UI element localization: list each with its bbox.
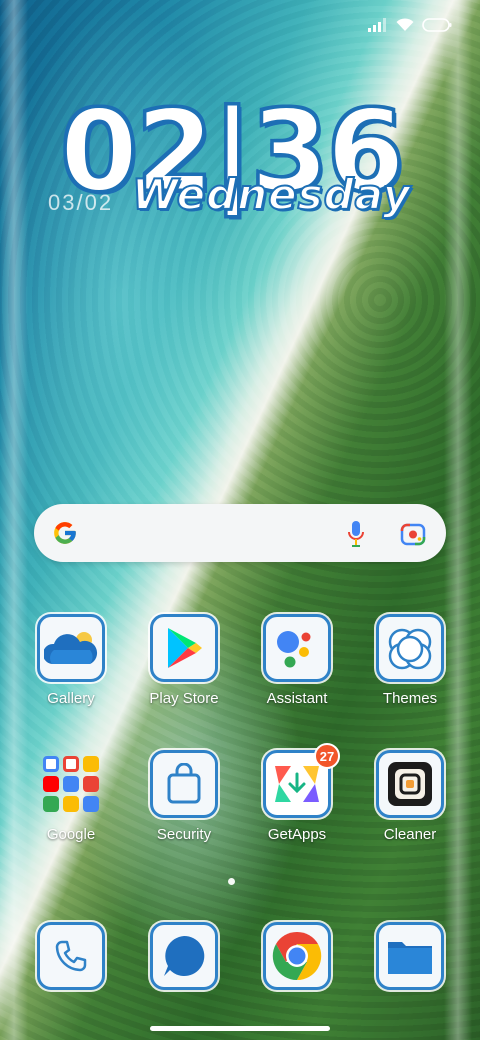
dock-phone[interactable]	[16, 922, 126, 1002]
app-label: Security	[156, 826, 212, 843]
cleaner-icon	[376, 750, 444, 818]
page-indicator-dot[interactable]	[228, 878, 235, 885]
dock-chrome[interactable]	[242, 922, 352, 1002]
shopping-bag-icon	[150, 750, 218, 818]
messages-icon	[150, 922, 218, 990]
app-label: Themes	[382, 690, 438, 707]
app-folder-google[interactable]: Google	[16, 750, 126, 880]
clock-date: 03/02	[48, 190, 114, 215]
phone-icon	[37, 922, 105, 990]
chrome-icon	[263, 922, 331, 990]
google-g-icon	[54, 522, 76, 544]
app-label: Assistant	[266, 690, 328, 707]
dock-files[interactable]	[355, 922, 465, 1002]
edge-glow-left	[0, 0, 28, 1040]
edge-glow-right	[444, 0, 472, 1040]
wifi-icon	[396, 18, 414, 31]
app-label: Google	[46, 826, 96, 843]
circles-icon	[376, 614, 444, 682]
app-label: Gallery	[47, 690, 95, 707]
app-label: Cleaner	[383, 826, 437, 843]
clock-day: Wednesday	[131, 169, 412, 220]
home-indicator[interactable]	[150, 1026, 330, 1031]
folder-icon	[37, 750, 105, 818]
status-bar	[368, 14, 452, 36]
app-gallery[interactable]: Gallery	[16, 614, 126, 744]
battery-icon	[422, 18, 452, 32]
microphone-icon[interactable]	[346, 520, 366, 548]
app-label: GetApps	[267, 826, 327, 843]
app-cleaner[interactable]: Cleaner	[355, 750, 465, 880]
app-security[interactable]: Security	[129, 750, 239, 880]
download-arrow-icon: 27	[263, 743, 340, 818]
cloud-sun-icon	[37, 614, 105, 682]
lens-icon[interactable]	[400, 521, 426, 547]
play-triangle-icon	[150, 614, 218, 682]
assistant-dots-icon	[263, 614, 331, 682]
app-getapps[interactable]: 27 GetApps	[242, 743, 352, 880]
app-themes[interactable]: Themes	[355, 614, 465, 744]
app-label: Play Store	[149, 690, 219, 707]
app-assistant[interactable]: Assistant	[242, 614, 352, 744]
signal-icon	[368, 18, 386, 32]
app-play-store[interactable]: Play Store	[129, 614, 239, 744]
notification-badge: 27	[314, 743, 340, 769]
google-search-bar[interactable]	[34, 504, 446, 562]
files-folder-icon	[376, 922, 444, 990]
dock-messages[interactable]	[129, 922, 239, 1002]
